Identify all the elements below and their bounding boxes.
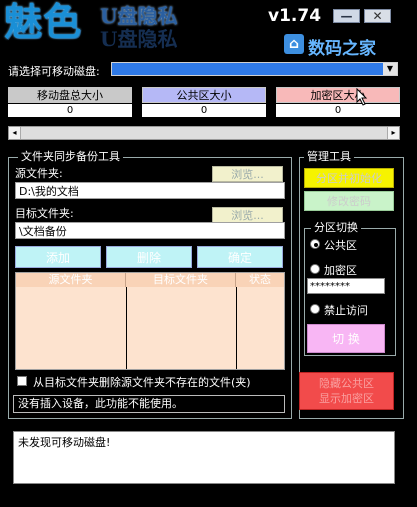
encrypted-size-label: 加密区大小 [276,87,400,103]
column-divider [236,287,237,369]
app-logo-reflection: U盘隐私 [100,27,178,51]
manage-group-title: 管理工具 [304,150,354,163]
partition-init-button[interactable]: 分区并初始化 [304,168,394,188]
delete-missing-label: 从目标文件夹删除源文件夹不存在的文件(夹) [33,376,251,389]
close-button[interactable]: ✕ [364,9,391,23]
column-header-status[interactable]: 状态 [236,273,284,287]
add-button[interactable]: 添加 [15,246,101,268]
confirm-button[interactable]: 确定 [197,246,283,268]
target-browse-button[interactable]: 浏览... [212,207,283,223]
toggle-area-button[interactable]: 隐藏公共区 显示加密区 [299,372,394,410]
drive-select[interactable]: ▼ [111,62,398,76]
chevron-left-icon: ◂ [9,127,21,139]
home-icon: ⌂ [284,34,304,54]
sync-status-text: 没有插入设备，此功能不能使用。 [13,395,285,413]
target-folder-label: 目标文件夹: [15,207,74,220]
drive-label: 请选择可移动磁盘: [8,65,100,78]
switch-group-title: 分区切换 [311,221,361,234]
source-browse-button[interactable]: 浏览... [212,166,283,182]
radio-disable-label: 禁止访问 [324,304,368,317]
radio-encrypted-label: 加密区 [324,264,357,277]
source-folder-label: 源文件夹: [15,167,63,180]
chevron-right-icon: ▸ [387,127,399,139]
public-size-label: 公共区大小 [142,87,266,103]
source-folder-input[interactable]: D:\我的文档 [15,182,285,199]
radio-encrypted[interactable] [310,264,320,274]
password-input[interactable]: ******** [307,278,385,294]
chevron-down-icon[interactable]: ▼ [383,63,397,75]
total-size-value: 0 [8,104,132,117]
version-label: v1.74 [268,6,322,26]
column-divider [126,287,127,369]
log-output: 未发现可移动磁盘! [13,431,395,484]
radio-public[interactable] [310,239,320,249]
mouse-cursor-icon [356,88,368,106]
public-size-value: 0 [142,104,266,117]
column-header-target[interactable]: 目标文件夹 [126,273,236,287]
target-folder-input[interactable]: \文档备份 [15,222,285,239]
switch-button[interactable]: 切 换 [307,324,385,353]
sync-list[interactable]: 源文件夹 目标文件夹 状态 [15,272,285,370]
radio-public-label: 公共区 [324,239,357,252]
minimize-button[interactable]: — [333,9,360,23]
app-logo-main: 魅色 [4,0,83,44]
delete-button[interactable]: 删除 [106,246,192,268]
total-size-label: 移动盘总大小 [8,87,132,103]
progress-bar: ◂ ▸ [8,126,400,140]
radio-disable[interactable] [310,304,320,314]
encrypted-size-value: 0 [276,104,400,117]
delete-missing-checkbox[interactable] [17,376,27,386]
brand-text: 数码之家 [308,39,376,59]
change-password-button[interactable]: 修改密码 [304,191,394,211]
app-logo-sub: U盘隐私 [100,4,178,28]
sync-group-title: 文件夹同步备份工具 [18,150,123,163]
column-header-source[interactable]: 源文件夹 [16,273,126,287]
